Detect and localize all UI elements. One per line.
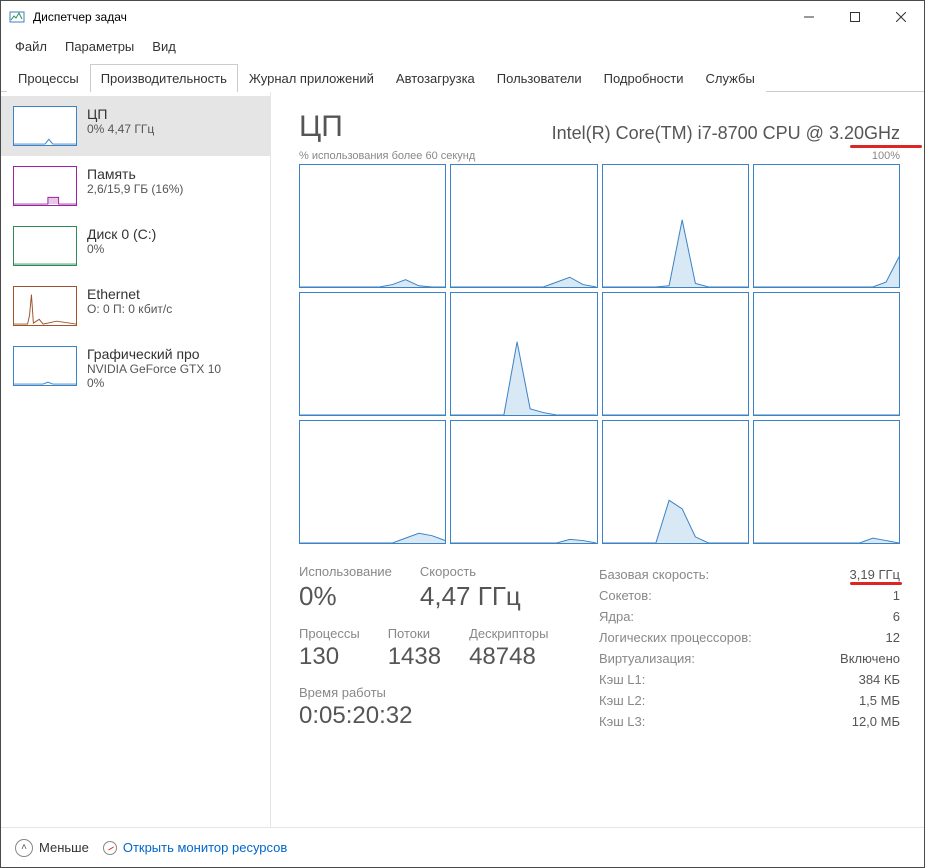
tab-details[interactable]: Подробности xyxy=(593,64,695,92)
tab-performance[interactable]: Производительность xyxy=(90,64,238,92)
sidebar-item-label: ЦП xyxy=(87,106,154,122)
cpu-core-graph xyxy=(450,164,597,288)
tab-startup[interactable]: Автозагрузка xyxy=(385,64,486,92)
sidebar-item-ethernet[interactable]: EthernetО: 0 П: 0 кбит/с xyxy=(1,276,270,336)
app-icon xyxy=(9,9,25,25)
cpu-core-graph xyxy=(299,164,446,288)
graph-label-left: % использования более 60 секунд xyxy=(299,150,475,162)
open-resource-monitor-link[interactable]: Открыть монитор ресурсов xyxy=(103,840,287,855)
window-title: Диспетчер задач xyxy=(33,10,786,24)
uptime-value: 0:05:20:32 xyxy=(299,702,559,730)
processes-label: Процессы xyxy=(299,626,360,641)
disk-thumb-icon xyxy=(13,226,77,266)
sidebar-item-cpu[interactable]: ЦП0% 4,47 ГГц xyxy=(1,96,270,156)
l3-cache-value: 12,0 МБ xyxy=(852,714,900,729)
tabs: Процессы Производительность Журнал прило… xyxy=(1,57,924,92)
sidebar-item-disk[interactable]: Диск 0 (C:)0% xyxy=(1,216,270,276)
fewer-details-button[interactable]: ˄Меньше xyxy=(15,839,89,857)
cpu-core-graph xyxy=(753,292,900,416)
tab-apphistory[interactable]: Журнал приложений xyxy=(238,64,385,92)
memory-thumb-icon xyxy=(13,166,77,206)
logical-value: 12 xyxy=(886,630,900,645)
main-panel: ЦП Intel(R) Core(TM) i7-8700 CPU @ 3.20G… xyxy=(271,92,924,827)
cpu-core-graph xyxy=(602,292,749,416)
l2-cache-value: 1,5 МБ xyxy=(859,693,900,708)
cpu-core-graph xyxy=(602,420,749,544)
utilization-label: Использование xyxy=(299,564,392,579)
close-button[interactable] xyxy=(878,1,924,33)
sidebar: ЦП0% 4,47 ГГц Память2,6/15,9 ГБ (16%) Ди… xyxy=(1,92,271,827)
ethernet-thumb-icon xyxy=(13,286,77,326)
sockets-value: 1 xyxy=(893,588,900,603)
cpu-thumb-icon xyxy=(13,106,77,146)
uptime-label: Время работы xyxy=(299,685,559,700)
page-title: ЦП xyxy=(299,110,343,144)
cores-value: 6 xyxy=(893,609,900,624)
gpu-thumb-icon xyxy=(13,346,77,386)
sidebar-item-label: Графический про xyxy=(87,346,221,362)
titlebar[interactable]: Диспетчер задач xyxy=(1,1,924,33)
menu-view[interactable]: Вид xyxy=(146,37,182,56)
threads-label: Потоки xyxy=(388,626,441,641)
task-manager-window: Диспетчер задач Файл Параметры Вид Проце… xyxy=(0,0,925,868)
sidebar-item-gpu[interactable]: Графический проNVIDIA GeForce GTX 100% xyxy=(1,336,270,400)
cpu-details: Базовая скорость:3,19 ГГц Сокетов:1 Ядра… xyxy=(599,564,900,732)
cpu-graph-grid[interactable] xyxy=(299,164,900,544)
cpu-core-graph xyxy=(299,292,446,416)
chevron-up-icon: ˄ xyxy=(15,839,33,857)
handles-value: 48748 xyxy=(469,643,548,671)
menu-options[interactable]: Параметры xyxy=(59,37,140,56)
maximize-button[interactable] xyxy=(832,1,878,33)
sidebar-item-memory[interactable]: Память2,6/15,9 ГБ (16%) xyxy=(1,156,270,216)
base-speed-value: 3,19 ГГц xyxy=(850,567,900,582)
menubar: Файл Параметры Вид xyxy=(1,33,924,57)
l1-cache-value: 384 КБ xyxy=(859,672,900,687)
cpu-core-graph xyxy=(753,420,900,544)
sidebar-item-label: Память xyxy=(87,166,183,182)
cpu-name: Intel(R) Core(TM) i7-8700 CPU @ 3.20GHz xyxy=(552,123,900,144)
tab-processes[interactable]: Процессы xyxy=(7,64,90,92)
handles-label: Дескрипторы xyxy=(469,626,548,641)
sidebar-item-label: Ethernet xyxy=(87,286,172,302)
cpu-core-graph xyxy=(602,164,749,288)
threads-value: 1438 xyxy=(388,643,441,671)
tab-services[interactable]: Службы xyxy=(695,64,766,92)
minimize-button[interactable] xyxy=(786,1,832,33)
menu-file[interactable]: Файл xyxy=(9,37,53,56)
cpu-core-graph xyxy=(450,292,597,416)
resource-monitor-icon xyxy=(103,841,117,855)
processes-value: 130 xyxy=(299,643,360,671)
tab-users[interactable]: Пользователи xyxy=(486,64,593,92)
graph-label-right: 100% xyxy=(872,150,900,162)
virtualization-value: Включено xyxy=(840,651,900,666)
speed-label: Скорость xyxy=(420,564,521,579)
sidebar-item-label: Диск 0 (C:) xyxy=(87,226,156,242)
cpu-core-graph xyxy=(450,420,597,544)
cpu-core-graph xyxy=(753,164,900,288)
speed-value: 4,47 ГГц xyxy=(420,581,521,612)
footer: ˄Меньше Открыть монитор ресурсов xyxy=(1,827,924,867)
utilization-value: 0% xyxy=(299,581,392,612)
cpu-core-graph xyxy=(299,420,446,544)
